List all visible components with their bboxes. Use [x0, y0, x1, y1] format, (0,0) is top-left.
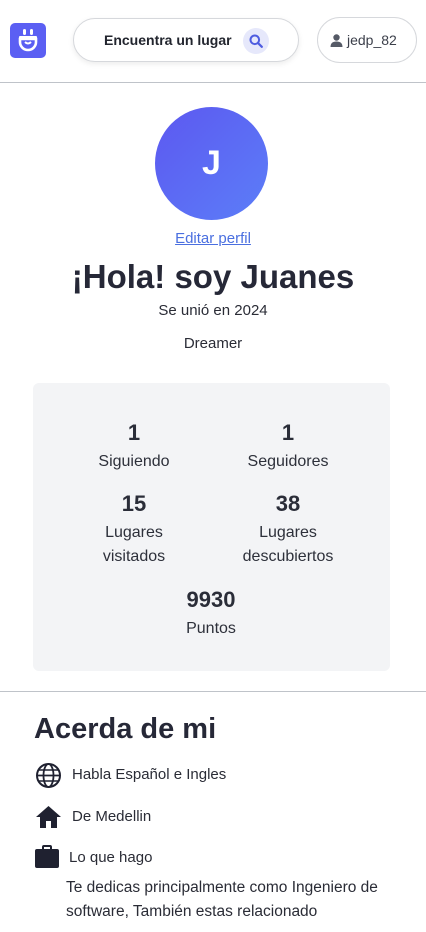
user-role: Dreamer [183, 335, 243, 352]
info-languages: Habla Español e Ingles [35, 762, 295, 790]
search-button[interactable]: Encuentra un lugar [73, 18, 299, 62]
stat-discovered-value: 38 [275, 491, 301, 516]
stat-visited-value: 15 [121, 491, 147, 516]
stats-panel: 1 Siguiendo 1 Seguidores 15 Lugares visi… [33, 383, 390, 671]
stat-discovered: 38 Lugares descubiertos [208, 491, 368, 569]
info-work-title: Lo que hago [69, 849, 153, 866]
stat-followers[interactable]: 1 Seguidores [208, 420, 368, 474]
globe-icon [36, 763, 61, 788]
app-logo[interactable] [10, 23, 46, 58]
stat-following-value: 1 [127, 420, 141, 445]
joined-date: Se unió en 2024 [158, 302, 268, 319]
search-icon-button[interactable] [243, 28, 269, 54]
stat-visited-label: Lugares visitados [102, 524, 166, 565]
stat-followers-label: Seguidores [247, 453, 329, 470]
briefcase-icon [35, 845, 59, 868]
stat-points-label: Puntos [186, 620, 236, 637]
stat-discovered-label: Lugares descubiertos [242, 524, 334, 565]
work-description: Te dedicas principalmente como Ingeniero… [66, 879, 378, 920]
info-languages-text: Habla Español e Ingles [72, 766, 227, 783]
search-label: Encuentra un lugar [104, 32, 232, 48]
app-logo-icon [18, 29, 38, 52]
home-icon [36, 806, 61, 828]
search-icon [249, 34, 263, 48]
user-menu-button[interactable]: jedp_82 [317, 17, 417, 63]
username: jedp_82 [347, 32, 397, 48]
top-header: Encuentra un lugar jedp_82 [0, 0, 426, 83]
stat-points-value: 9930 [186, 587, 236, 612]
avatar: J [155, 107, 268, 220]
person-icon [330, 34, 343, 47]
stat-following[interactable]: 1 Siguiendo [54, 420, 214, 474]
stat-following-label: Siguiendo [98, 453, 170, 470]
info-work: Lo que hago [35, 845, 235, 873]
stat-points: 9930 Puntos [131, 587, 291, 641]
info-location: De Medellin [35, 804, 235, 832]
stat-visited: 15 Lugares visitados [54, 491, 214, 569]
edit-profile-link[interactable]: Editar perfil [0, 230, 426, 247]
section-divider [0, 691, 426, 692]
stat-followers-value: 1 [281, 420, 295, 445]
about-title: Acerda de mi [34, 713, 217, 745]
page-title: ¡Hola! soy Juanes [71, 258, 355, 295]
info-location-text: De Medellin [72, 808, 152, 825]
